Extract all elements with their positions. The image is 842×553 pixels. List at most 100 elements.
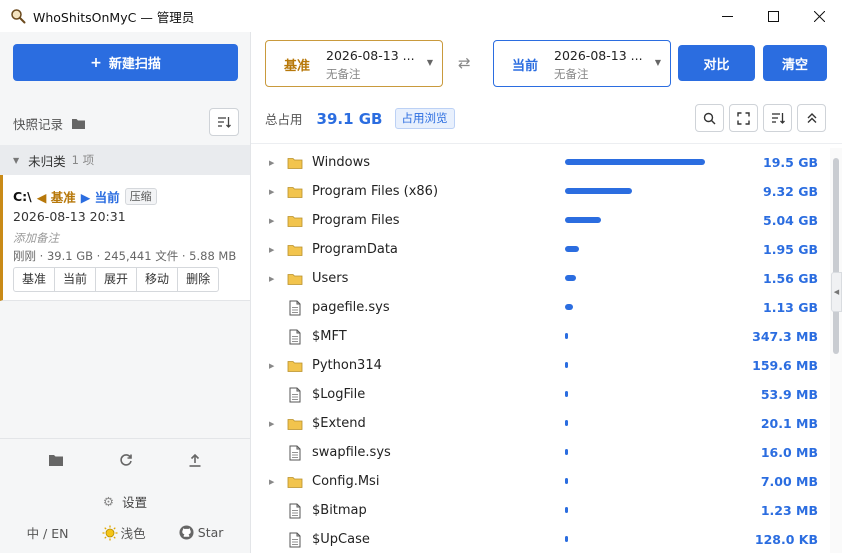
open-folder-icon[interactable]	[48, 453, 64, 467]
collapse-all-button[interactable]	[797, 104, 826, 132]
search-icon	[703, 112, 716, 124]
usage-bar	[565, 246, 705, 252]
usage-browse-button[interactable]: 占用浏览	[394, 108, 455, 129]
snapshot-card[interactable]: C:\ ◀ 基准 ▶ 当前 压缩 2026-08-13 20:31 添加备注 刚…	[0, 175, 250, 301]
folder-icon	[287, 216, 303, 227]
tree-row[interactable]: ▶ $Extend 20.1 MB	[252, 409, 828, 438]
usage-bar-fill	[565, 536, 568, 542]
tree-row[interactable]: ▶ Users 1.56 GB	[252, 264, 828, 293]
usage-bar	[565, 478, 705, 484]
tree-row[interactable]: ▶ Program Files 5.04 GB	[252, 206, 828, 235]
tree-item-name: swapfile.sys	[312, 445, 391, 460]
sort-snapshots-button[interactable]	[209, 108, 239, 136]
current-snapshot-select[interactable]: 当前 2026-08-13 ... 无备注 ▼	[493, 40, 671, 87]
tree-row[interactable]: ▶ Windows 19.5 GB	[252, 148, 828, 177]
folder-icon	[287, 187, 303, 198]
minimize-button[interactable]	[704, 0, 750, 32]
tree-item-size: 19.5 GB	[763, 155, 818, 170]
tree-item-name: pagefile.sys	[312, 300, 390, 315]
fullscreen-button[interactable]	[729, 104, 758, 132]
settings-button[interactable]: ⚙ 设置	[0, 492, 250, 511]
usage-stats: 总占用 39.1 GB 占用浏览	[265, 108, 455, 129]
base-select-date: 2026-08-13 ...	[326, 48, 415, 63]
search-button[interactable]	[695, 104, 724, 132]
caret-right-icon[interactable]: ▶	[269, 217, 274, 225]
caret-right-icon[interactable]: ▶	[269, 275, 274, 283]
caret-right-icon[interactable]: ▶	[269, 362, 274, 370]
tree-row[interactable]: swapfile.sys 16.0 MB	[252, 438, 828, 467]
caret-right-icon[interactable]: ▶	[269, 188, 274, 196]
group-uncategorized[interactable]: ▼ 未归类 1 项	[0, 145, 250, 175]
total-usage-value: 39.1 GB	[316, 109, 383, 128]
caret-right-icon[interactable]: ▶	[269, 159, 274, 167]
tree-row[interactable]: $MFT 347.3 MB	[252, 322, 828, 351]
github-star-link[interactable]: Star	[179, 523, 224, 542]
tree-row[interactable]: ▶ Program Files (x86) 9.32 GB	[252, 177, 828, 206]
tree-item-size: 16.0 MB	[760, 445, 818, 460]
usage-bar	[565, 333, 705, 339]
swap-icon[interactable]: ⇄	[458, 54, 471, 72]
snapshot-date: 2026-08-13 20:31	[13, 209, 126, 224]
divider	[251, 143, 842, 144]
usage-bar-fill	[565, 478, 568, 484]
set-current-button[interactable]: 当前	[55, 268, 97, 291]
tree-row[interactable]: ▶ Python314 159.6 MB	[252, 351, 828, 380]
caret-right-icon[interactable]: ▶	[269, 478, 274, 486]
set-base-button[interactable]: 基准	[14, 268, 56, 291]
tree-row[interactable]: ▶ Config.Msi 7.00 MB	[252, 467, 828, 496]
new-scan-label: 新建扫描	[108, 57, 161, 72]
folder-icon	[287, 419, 303, 430]
delete-button[interactable]: 删除	[178, 268, 218, 291]
language-toggle[interactable]: 中 / EN	[27, 523, 69, 542]
tree-row[interactable]: ▶ ProgramData 1.95 GB	[252, 235, 828, 264]
tree-item-name: $LogFile	[312, 387, 366, 402]
tree-item-size: 128.0 KB	[754, 532, 818, 547]
folder-icon[interactable]	[71, 117, 86, 130]
file-icon	[289, 532, 301, 548]
tree-item-name: $MFT	[312, 329, 347, 344]
usage-bar-fill	[565, 159, 705, 165]
settings-label: 设置	[122, 495, 148, 510]
clear-button[interactable]: 清空	[763, 45, 827, 81]
sort-tree-button[interactable]	[763, 104, 792, 132]
caret-right-icon[interactable]: ▶	[269, 420, 274, 428]
usage-bar-fill	[565, 188, 632, 194]
tree-item-size: 5.04 GB	[763, 213, 818, 228]
tree-row[interactable]: pagefile.sys 1.13 GB	[252, 293, 828, 322]
window-title: WhoShitsOnMyC — 管理员	[33, 9, 195, 25]
tree-row[interactable]: $Bitmap 1.23 MB	[252, 496, 828, 525]
total-usage-label: 总占用	[265, 112, 303, 127]
tree-item-size: 159.6 MB	[752, 358, 818, 373]
group-count: 1 项	[71, 153, 95, 167]
tree-item-name: $UpCase	[312, 532, 370, 547]
tree-row[interactable]: $UpCase 128.0 KB	[252, 525, 828, 553]
base-select-label: 基准	[284, 59, 311, 74]
tree-item-name: Windows	[312, 155, 371, 170]
file-icon	[289, 445, 301, 461]
snapshots-title: 快照记录	[13, 116, 64, 132]
new-scan-button[interactable]: + 新建扫描	[13, 44, 238, 81]
caret-down-icon: ▼	[426, 58, 433, 67]
upload-icon[interactable]	[188, 453, 202, 467]
collapse-panel-handle[interactable]: ◀	[831, 272, 842, 312]
usage-bar	[565, 449, 705, 455]
maximize-button[interactable]	[750, 0, 796, 32]
caret-right-icon[interactable]: ▶	[269, 246, 274, 254]
snapshot-note-input[interactable]: 添加备注	[13, 230, 59, 246]
usage-bar-fill	[565, 217, 601, 223]
plus-icon: +	[90, 54, 102, 71]
tree-row[interactable]: $LogFile 53.9 MB	[252, 380, 828, 409]
caret-down-icon: ▼	[13, 155, 20, 165]
close-button[interactable]	[796, 0, 842, 32]
refresh-icon[interactable]	[119, 453, 133, 467]
base-snapshot-select[interactable]: 基准 2026-08-13 ... 无备注 ▼	[265, 40, 443, 87]
compare-button[interactable]: 对比	[678, 45, 755, 81]
snapshot-drive: C:\	[13, 189, 32, 204]
scrollbar-thumb[interactable]	[833, 158, 839, 354]
folder-icon	[287, 245, 303, 256]
usage-bar-fill	[565, 304, 573, 310]
expand-button[interactable]: 展开	[96, 268, 138, 291]
move-button[interactable]: 移动	[137, 268, 179, 291]
star-label: Star	[197, 525, 224, 540]
theme-toggle[interactable]: 浅色	[102, 523, 146, 542]
